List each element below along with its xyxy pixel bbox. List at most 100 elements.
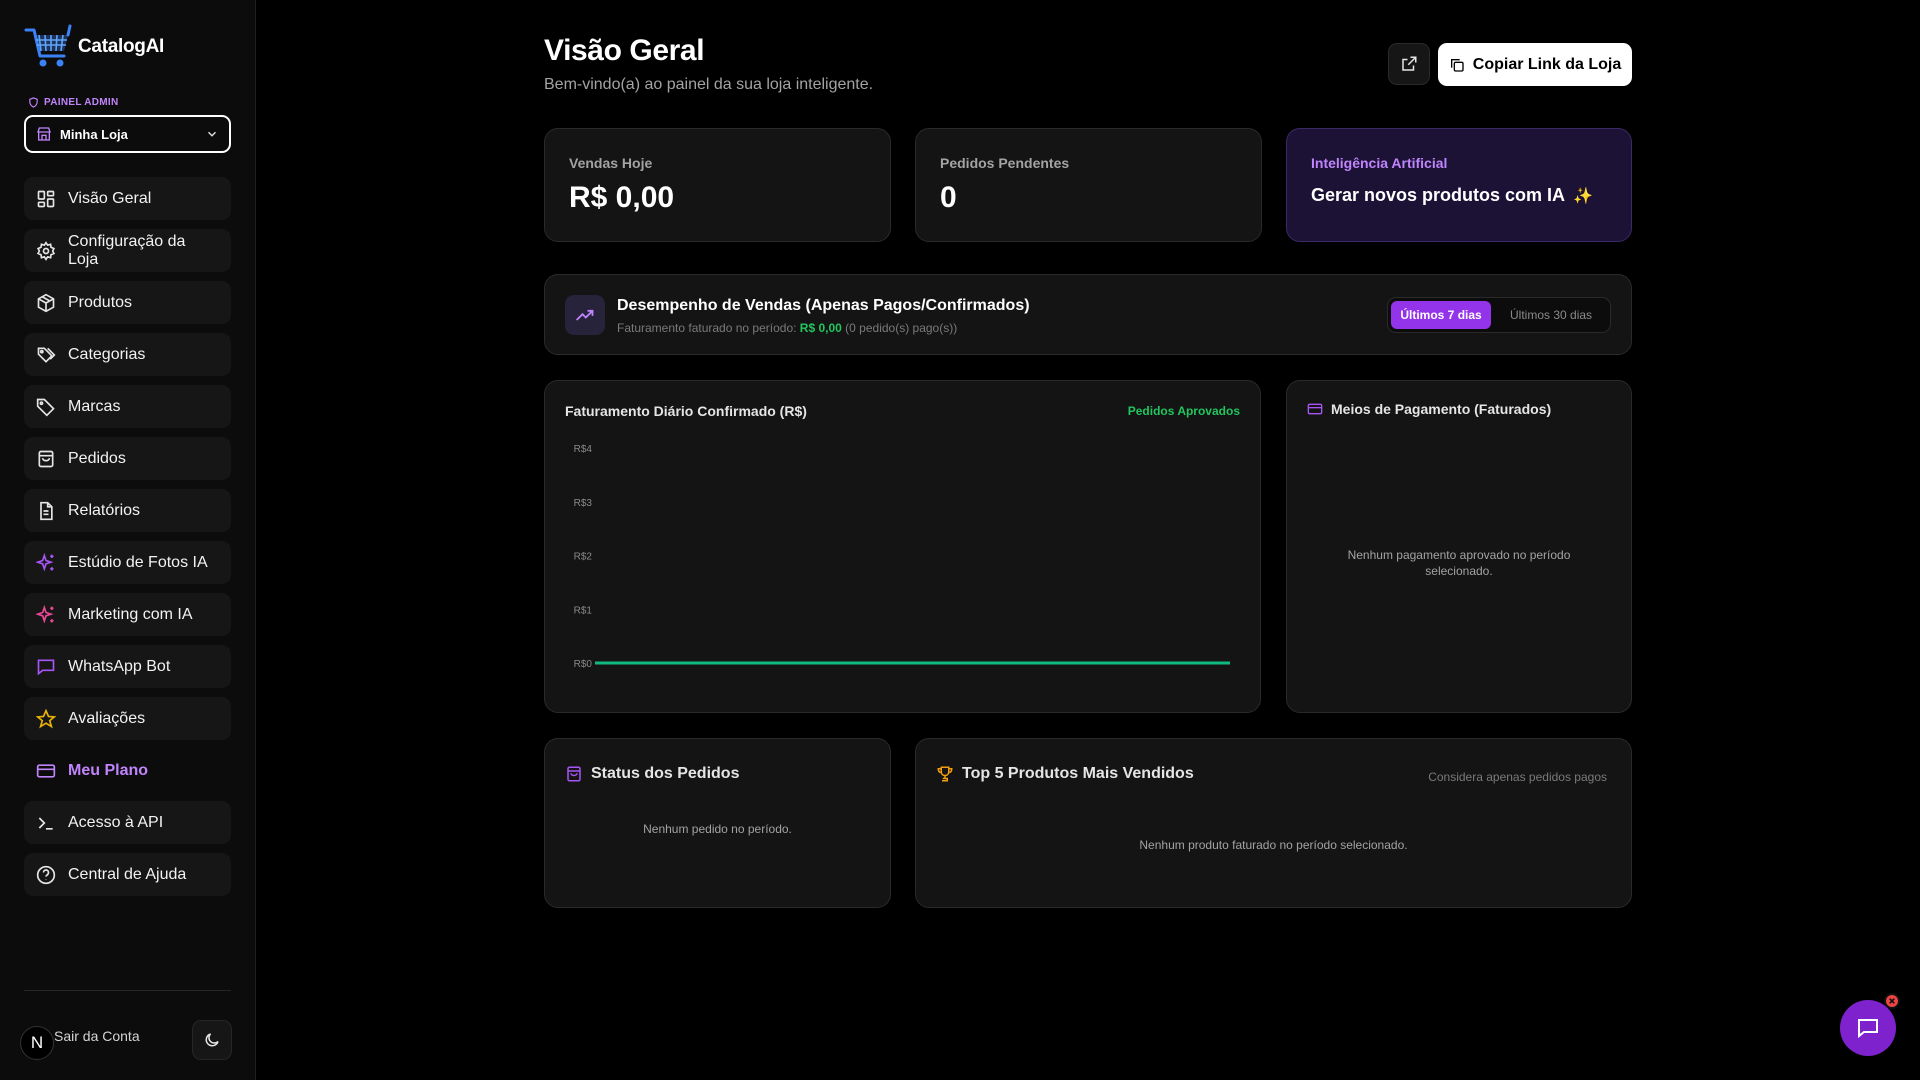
sidebar-item-label: Relatórios (68, 501, 141, 519)
top-products-title: Top 5 Produtos Mais Vendidos (962, 765, 1194, 782)
grid-icon (37, 190, 55, 207)
tags-icon (37, 347, 56, 363)
order-status-title: Status dos Pedidos (591, 765, 740, 782)
revenue-line-chart: R$0R$1R$2R$3R$416/0717/0718/0719/0720/07… (574, 444, 1230, 670)
message-square-icon (1858, 1019, 1878, 1039)
period-toggle: Últimos 7 dias Últimos 30 dias (1387, 297, 1611, 333)
sidebar-item-label: Visão Geral (68, 189, 152, 207)
sales-performance-card: Desempenho de Vendas (Apenas Pagos/Confi… (544, 274, 1632, 355)
sidebar-item-meu-plano[interactable]: Meu Plano (24, 749, 231, 792)
sidebar-item-estudio-fotos-ia[interactable]: Estúdio de Fotos IA (24, 541, 231, 584)
period-30-days-button[interactable]: Últimos 30 dias (1495, 301, 1607, 329)
sidebar-item-label: Marcas (68, 397, 121, 415)
x-icon (1889, 998, 1895, 1004)
credit-card-icon (1307, 403, 1323, 415)
logout-button[interactable]: Sair da Conta (54, 1028, 140, 1044)
ai-generate-products-link[interactable]: Gerar novos produtos com IA ✨ (1311, 185, 1593, 206)
sidebar-item-marketing-ia[interactable]: Marketing com IA (24, 593, 231, 636)
sidebar-footer: Sair da Conta N (20, 1020, 232, 1062)
sidebar-item-whatsapp-bot[interactable]: WhatsApp Bot (24, 645, 231, 688)
sparkles-icon (36, 604, 54, 623)
y-tick-label: R$4 (574, 444, 593, 455)
store-selector[interactable]: Minha Loja (24, 115, 231, 153)
sidebar-item-pedidos[interactable]: Pedidos (24, 437, 231, 480)
sidebar-item-label: WhatsApp Bot (68, 657, 171, 675)
app-logo[interactable]: CatalogAI (24, 24, 164, 70)
copy-store-link-button[interactable]: Copiar Link da Loja (1438, 43, 1632, 86)
trending-up-icon (576, 309, 594, 321)
payment-methods-empty: Nenhum pagamento aprovado no período sel… (1347, 548, 1571, 578)
sidebar-nav: Visão Geral Configuração da Loja Produto… (24, 177, 231, 905)
order-status-empty: Nenhum pedido no período. (643, 822, 792, 836)
gear-icon (36, 240, 56, 261)
sidebar-item-label: Pedidos (68, 449, 126, 467)
sparkles-emoji-icon: ✨ (1573, 188, 1594, 205)
sidebar-item-label: Central de Ajuda (68, 865, 187, 883)
approved-orders-badge: Pedidos Aprovados (1127, 404, 1240, 418)
shield-icon (29, 97, 38, 108)
chat-support-button[interactable] (1840, 1000, 1896, 1056)
copy-icon (1450, 58, 1464, 72)
top-products-note: Considera apenas pedidos pagos (1428, 770, 1607, 784)
pending-orders-card: Pedidos Pendentes 0 (915, 128, 1262, 242)
star-icon (36, 708, 56, 728)
page-subtitle: Bem-vindo(a) ao painel da sua loja intel… (544, 76, 874, 93)
sidebar-item-produtos[interactable]: Produtos (24, 281, 231, 324)
app-name: CatalogAI (78, 36, 164, 57)
sidebar-item-marcas[interactable]: Marcas (24, 385, 231, 428)
order-status-header: Status dos Pedidos (565, 765, 739, 783)
performance-subtitle-prefix: Faturamento faturado no período: (617, 321, 797, 335)
terminal-icon (38, 816, 53, 830)
page-title: Visão Geral (544, 34, 705, 67)
tag-icon (36, 398, 55, 417)
sidebar-item-label: Avaliações (68, 709, 146, 727)
daily-revenue-chart-card: Faturamento Diário Confirmado (R$) Pedid… (544, 380, 1261, 713)
y-tick-label: R$1 (574, 605, 593, 616)
top-products-card: Top 5 Produtos Mais Vendidos Considera a… (915, 738, 1632, 908)
sidebar-item-avaliacoes[interactable]: Avaliações (24, 697, 231, 740)
sidebar-item-relatorios[interactable]: Relatórios (24, 489, 231, 532)
sidebar-item-categorias[interactable]: Categorias (24, 333, 231, 376)
sidebar-item-configuracao[interactable]: Configuração da Loja (24, 229, 231, 272)
report-icon (40, 501, 53, 520)
shopping-bag-icon (567, 766, 581, 782)
shopping-bag-icon (38, 450, 54, 467)
sidebar-item-visao-geral[interactable]: Visão Geral (24, 177, 231, 220)
theme-toggle-button[interactable] (192, 1020, 232, 1060)
sidebar-item-label: Estúdio de Fotos IA (68, 553, 208, 571)
box-icon (37, 293, 55, 312)
sidebar-divider (24, 990, 231, 991)
performance-subtitle: Faturamento faturado no período: R$ 0,00… (617, 321, 957, 335)
ai-action-text: Gerar novos produtos com IA (1311, 185, 1565, 205)
moon-icon (205, 1033, 219, 1047)
sidebar-item-label: Meu Plano (68, 761, 149, 779)
payment-methods-header: Meios de Pagamento (Faturados) (1307, 401, 1551, 417)
performance-title: Desempenho de Vendas (Apenas Pagos/Confi… (617, 297, 1030, 314)
trend-icon-box (565, 295, 605, 335)
store-icon (37, 127, 51, 141)
avatar[interactable]: N (20, 1026, 54, 1060)
period-7-days-button[interactable]: Últimos 7 dias (1391, 301, 1492, 329)
performance-amount: R$ 0,00 (799, 321, 842, 335)
help-icon (36, 865, 56, 884)
top-products-header: Top 5 Produtos Mais Vendidos (936, 765, 1194, 783)
sidebar-item-acesso-api[interactable]: Acesso à API (24, 801, 231, 844)
ai-generate-card[interactable]: Inteligência Artificial Gerar novos prod… (1286, 128, 1632, 242)
sidebar-item-label: Marketing com IA (68, 605, 193, 623)
pending-orders-value: 0 (940, 181, 957, 214)
sidebar-item-central-ajuda[interactable]: Central de Ajuda (24, 853, 231, 896)
chevron-down-icon (207, 131, 217, 137)
sparkles-icon (36, 552, 54, 571)
payment-methods-card: Meios de Pagamento (Faturados) Nenhum pa… (1286, 380, 1632, 713)
chart-title: Faturamento Diário Confirmado (R$) (565, 403, 807, 419)
sidebar-item-label: Configuração da Loja (68, 232, 186, 268)
sidebar-item-label: Produtos (68, 293, 133, 311)
y-tick-label: R$2 (574, 552, 593, 563)
open-store-button[interactable] (1388, 43, 1430, 85)
sales-today-value: R$ 0,00 (569, 181, 675, 214)
y-tick-label: R$0 (574, 659, 593, 670)
order-status-card: Status dos Pedidos Nenhum pedido no perí… (544, 738, 891, 908)
y-tick-label: R$3 (574, 498, 593, 509)
pending-orders-label: Pedidos Pendentes (940, 155, 1070, 171)
trophy-icon (937, 766, 953, 782)
